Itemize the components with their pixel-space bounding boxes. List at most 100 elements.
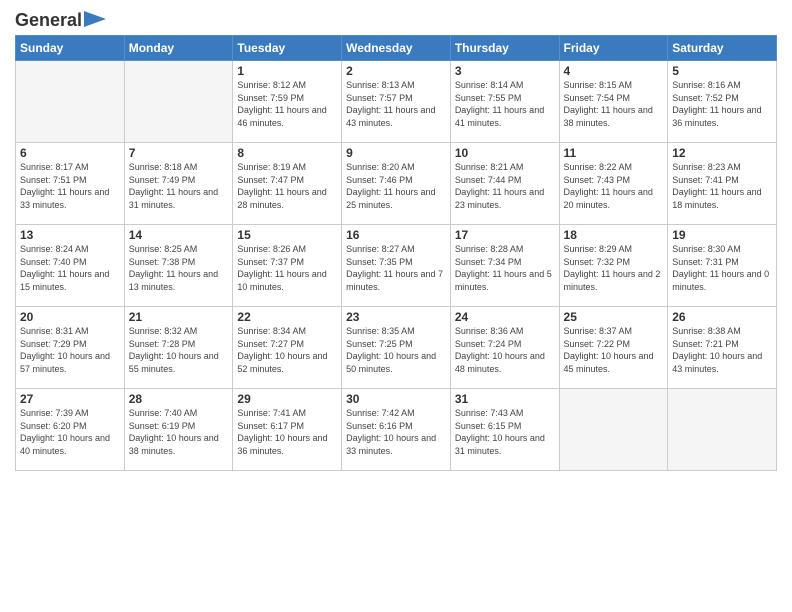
day-number: 14	[129, 228, 229, 242]
calendar-cell: 1Sunrise: 8:12 AM Sunset: 7:59 PM Daylig…	[233, 61, 342, 143]
day-number: 24	[455, 310, 555, 324]
logo: General	[15, 10, 106, 27]
day-info: Sunrise: 7:39 AM Sunset: 6:20 PM Dayligh…	[20, 407, 120, 457]
day-number: 29	[237, 392, 337, 406]
day-info: Sunrise: 8:15 AM Sunset: 7:54 PM Dayligh…	[564, 79, 664, 129]
day-number: 20	[20, 310, 120, 324]
day-number: 25	[564, 310, 664, 324]
day-of-week-header: Monday	[124, 36, 233, 61]
day-number: 26	[672, 310, 772, 324]
day-info: Sunrise: 8:36 AM Sunset: 7:24 PM Dayligh…	[455, 325, 555, 375]
day-number: 17	[455, 228, 555, 242]
day-number: 15	[237, 228, 337, 242]
calendar-cell: 22Sunrise: 8:34 AM Sunset: 7:27 PM Dayli…	[233, 307, 342, 389]
day-info: Sunrise: 8:31 AM Sunset: 7:29 PM Dayligh…	[20, 325, 120, 375]
calendar-cell: 31Sunrise: 7:43 AM Sunset: 6:15 PM Dayli…	[450, 389, 559, 471]
day-info: Sunrise: 7:42 AM Sunset: 6:16 PM Dayligh…	[346, 407, 446, 457]
calendar-cell: 11Sunrise: 8:22 AM Sunset: 7:43 PM Dayli…	[559, 143, 668, 225]
day-number: 8	[237, 146, 337, 160]
calendar-cell: 5Sunrise: 8:16 AM Sunset: 7:52 PM Daylig…	[668, 61, 777, 143]
day-info: Sunrise: 8:23 AM Sunset: 7:41 PM Dayligh…	[672, 161, 772, 211]
day-number: 27	[20, 392, 120, 406]
day-number: 21	[129, 310, 229, 324]
day-info: Sunrise: 8:14 AM Sunset: 7:55 PM Dayligh…	[455, 79, 555, 129]
day-number: 3	[455, 64, 555, 78]
day-info: Sunrise: 8:38 AM Sunset: 7:21 PM Dayligh…	[672, 325, 772, 375]
calendar-cell: 24Sunrise: 8:36 AM Sunset: 7:24 PM Dayli…	[450, 307, 559, 389]
day-info: Sunrise: 8:22 AM Sunset: 7:43 PM Dayligh…	[564, 161, 664, 211]
day-info: Sunrise: 8:30 AM Sunset: 7:31 PM Dayligh…	[672, 243, 772, 293]
calendar-cell: 20Sunrise: 8:31 AM Sunset: 7:29 PM Dayli…	[16, 307, 125, 389]
day-number: 4	[564, 64, 664, 78]
calendar-cell: 16Sunrise: 8:27 AM Sunset: 7:35 PM Dayli…	[342, 225, 451, 307]
day-info: Sunrise: 8:35 AM Sunset: 7:25 PM Dayligh…	[346, 325, 446, 375]
day-info: Sunrise: 8:20 AM Sunset: 7:46 PM Dayligh…	[346, 161, 446, 211]
day-info: Sunrise: 8:21 AM Sunset: 7:44 PM Dayligh…	[455, 161, 555, 211]
calendar-week-row: 13Sunrise: 8:24 AM Sunset: 7:40 PM Dayli…	[16, 225, 777, 307]
calendar-cell: 18Sunrise: 8:29 AM Sunset: 7:32 PM Dayli…	[559, 225, 668, 307]
calendar-cell: 29Sunrise: 7:41 AM Sunset: 6:17 PM Dayli…	[233, 389, 342, 471]
calendar-cell	[559, 389, 668, 471]
day-of-week-header: Saturday	[668, 36, 777, 61]
day-number: 30	[346, 392, 446, 406]
header: General	[15, 10, 777, 27]
day-info: Sunrise: 8:29 AM Sunset: 7:32 PM Dayligh…	[564, 243, 664, 293]
calendar-cell: 21Sunrise: 8:32 AM Sunset: 7:28 PM Dayli…	[124, 307, 233, 389]
calendar-week-row: 20Sunrise: 8:31 AM Sunset: 7:29 PM Dayli…	[16, 307, 777, 389]
day-info: Sunrise: 8:25 AM Sunset: 7:38 PM Dayligh…	[129, 243, 229, 293]
day-number: 2	[346, 64, 446, 78]
calendar-week-row: 1Sunrise: 8:12 AM Sunset: 7:59 PM Daylig…	[16, 61, 777, 143]
day-of-week-header: Friday	[559, 36, 668, 61]
logo-flag-icon	[84, 11, 106, 27]
day-info: Sunrise: 8:34 AM Sunset: 7:27 PM Dayligh…	[237, 325, 337, 375]
day-info: Sunrise: 8:28 AM Sunset: 7:34 PM Dayligh…	[455, 243, 555, 293]
day-info: Sunrise: 8:18 AM Sunset: 7:49 PM Dayligh…	[129, 161, 229, 211]
day-info: Sunrise: 8:24 AM Sunset: 7:40 PM Dayligh…	[20, 243, 120, 293]
day-info: Sunrise: 8:26 AM Sunset: 7:37 PM Dayligh…	[237, 243, 337, 293]
day-number: 9	[346, 146, 446, 160]
day-number: 22	[237, 310, 337, 324]
day-of-week-header: Sunday	[16, 36, 125, 61]
calendar-cell: 25Sunrise: 8:37 AM Sunset: 7:22 PM Dayli…	[559, 307, 668, 389]
day-info: Sunrise: 8:27 AM Sunset: 7:35 PM Dayligh…	[346, 243, 446, 293]
calendar-week-row: 27Sunrise: 7:39 AM Sunset: 6:20 PM Dayli…	[16, 389, 777, 471]
calendar-cell: 2Sunrise: 8:13 AM Sunset: 7:57 PM Daylig…	[342, 61, 451, 143]
day-info: Sunrise: 8:12 AM Sunset: 7:59 PM Dayligh…	[237, 79, 337, 129]
day-number: 23	[346, 310, 446, 324]
day-number: 12	[672, 146, 772, 160]
day-info: Sunrise: 8:17 AM Sunset: 7:51 PM Dayligh…	[20, 161, 120, 211]
calendar-cell: 19Sunrise: 8:30 AM Sunset: 7:31 PM Dayli…	[668, 225, 777, 307]
day-of-week-header: Wednesday	[342, 36, 451, 61]
day-info: Sunrise: 7:41 AM Sunset: 6:17 PM Dayligh…	[237, 407, 337, 457]
day-info: Sunrise: 7:43 AM Sunset: 6:15 PM Dayligh…	[455, 407, 555, 457]
day-number: 11	[564, 146, 664, 160]
day-info: Sunrise: 8:32 AM Sunset: 7:28 PM Dayligh…	[129, 325, 229, 375]
day-info: Sunrise: 8:13 AM Sunset: 7:57 PM Dayligh…	[346, 79, 446, 129]
calendar-cell: 7Sunrise: 8:18 AM Sunset: 7:49 PM Daylig…	[124, 143, 233, 225]
calendar-cell	[668, 389, 777, 471]
day-number: 5	[672, 64, 772, 78]
page: General SundayMondayTuesdayWednesdayThur…	[0, 0, 792, 612]
day-number: 1	[237, 64, 337, 78]
day-number: 31	[455, 392, 555, 406]
day-number: 19	[672, 228, 772, 242]
calendar-cell: 3Sunrise: 8:14 AM Sunset: 7:55 PM Daylig…	[450, 61, 559, 143]
day-number: 6	[20, 146, 120, 160]
day-number: 18	[564, 228, 664, 242]
calendar-cell: 27Sunrise: 7:39 AM Sunset: 6:20 PM Dayli…	[16, 389, 125, 471]
calendar-cell	[16, 61, 125, 143]
calendar-week-row: 6Sunrise: 8:17 AM Sunset: 7:51 PM Daylig…	[16, 143, 777, 225]
day-of-week-header: Tuesday	[233, 36, 342, 61]
calendar-cell: 8Sunrise: 8:19 AM Sunset: 7:47 PM Daylig…	[233, 143, 342, 225]
calendar-cell: 28Sunrise: 7:40 AM Sunset: 6:19 PM Dayli…	[124, 389, 233, 471]
day-number: 28	[129, 392, 229, 406]
day-of-week-header: Thursday	[450, 36, 559, 61]
day-info: Sunrise: 8:37 AM Sunset: 7:22 PM Dayligh…	[564, 325, 664, 375]
calendar-cell: 9Sunrise: 8:20 AM Sunset: 7:46 PM Daylig…	[342, 143, 451, 225]
calendar-cell: 15Sunrise: 8:26 AM Sunset: 7:37 PM Dayli…	[233, 225, 342, 307]
day-number: 13	[20, 228, 120, 242]
calendar: SundayMondayTuesdayWednesdayThursdayFrid…	[15, 35, 777, 471]
logo-general: General	[15, 10, 82, 31]
calendar-header-row: SundayMondayTuesdayWednesdayThursdayFrid…	[16, 36, 777, 61]
day-number: 10	[455, 146, 555, 160]
